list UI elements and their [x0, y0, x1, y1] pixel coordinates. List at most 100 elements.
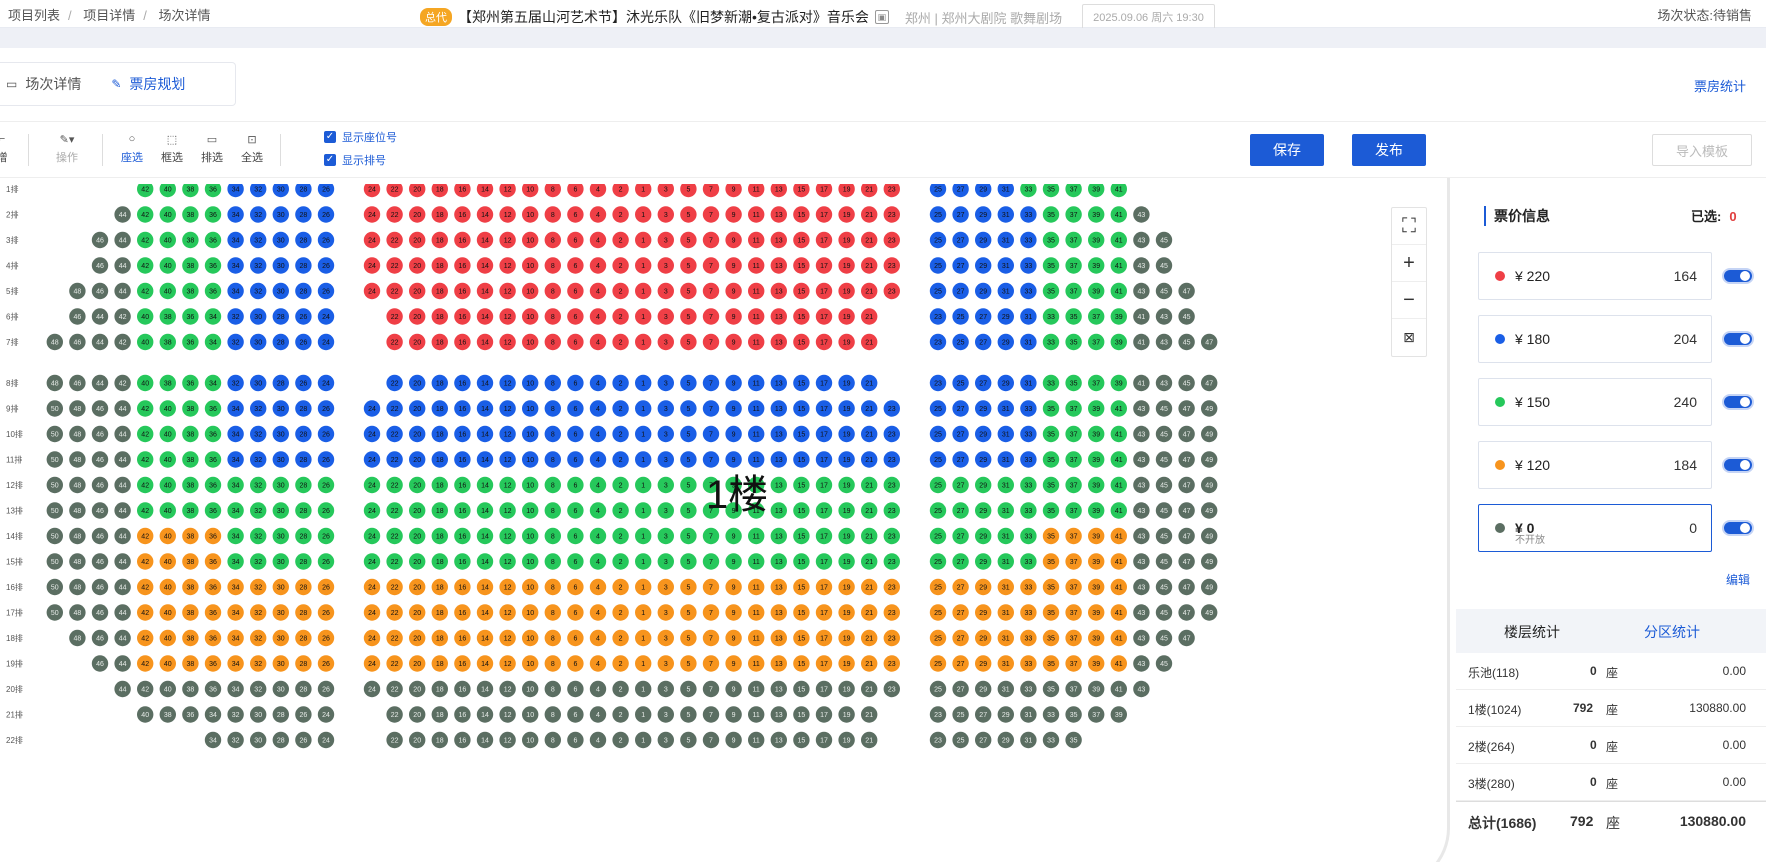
- seat[interactable]: 7: [702, 451, 720, 468]
- seat[interactable]: 23: [883, 578, 900, 596]
- seat[interactable]: 30: [272, 502, 289, 519]
- seat[interactable]: 11: [748, 578, 765, 596]
- seat[interactable]: 4: [589, 731, 607, 749]
- seat[interactable]: 1: [635, 400, 652, 417]
- seat[interactable]: 39: [1088, 527, 1105, 545]
- seat[interactable]: 29: [975, 655, 992, 672]
- seat[interactable]: 43: [1133, 629, 1150, 647]
- seat[interactable]: 10: [522, 308, 539, 325]
- seat[interactable]: 24: [317, 706, 335, 723]
- seat[interactable]: 39: [1088, 425, 1105, 443]
- seat[interactable]: 43: [1133, 206, 1150, 223]
- seat[interactable]: 20: [409, 731, 426, 749]
- seat[interactable]: 33: [1042, 308, 1060, 325]
- seat[interactable]: 31: [997, 257, 1014, 274]
- seat[interactable]: 22: [386, 706, 403, 723]
- seat[interactable]: 1: [635, 502, 652, 519]
- seat[interactable]: 15: [793, 655, 810, 672]
- seat[interactable]: 23: [883, 655, 900, 672]
- seat[interactable]: 9: [725, 231, 742, 249]
- seat[interactable]: 40: [159, 282, 176, 300]
- seat[interactable]: 7: [702, 553, 720, 570]
- seat[interactable]: 8: [544, 282, 561, 300]
- seat[interactable]: 22: [386, 184, 403, 198]
- seat[interactable]: 37: [1065, 184, 1082, 198]
- seat[interactable]: 26: [317, 451, 335, 468]
- seat[interactable]: 28: [295, 451, 312, 468]
- seat[interactable]: 44: [91, 333, 109, 351]
- tab-session-detail[interactable]: ▭ 场次详情: [6, 74, 81, 94]
- seat[interactable]: 36: [204, 476, 222, 494]
- seat[interactable]: 17: [815, 731, 833, 749]
- seat[interactable]: 9: [725, 629, 742, 647]
- seat[interactable]: 22: [386, 257, 403, 274]
- seat[interactable]: 33: [1042, 731, 1060, 749]
- seat[interactable]: 8: [544, 629, 561, 647]
- seat[interactable]: 28: [295, 655, 312, 672]
- seat[interactable]: 29: [975, 527, 992, 545]
- seat[interactable]: 46: [69, 333, 86, 351]
- seat[interactable]: 26: [317, 680, 335, 698]
- seat[interactable]: 14: [476, 629, 494, 647]
- seat[interactable]: 41: [1133, 333, 1150, 351]
- seat[interactable]: 28: [295, 257, 312, 274]
- seat[interactable]: 42: [114, 333, 131, 351]
- seat[interactable]: 43: [1133, 527, 1150, 545]
- seat[interactable]: 46: [91, 231, 109, 249]
- seat[interactable]: 7: [702, 308, 720, 325]
- seat[interactable]: 8: [544, 604, 561, 621]
- seat[interactable]: 8: [544, 374, 561, 392]
- seat[interactable]: 10: [522, 184, 539, 198]
- seat[interactable]: 39: [1088, 502, 1105, 519]
- seat[interactable]: 31: [997, 680, 1014, 698]
- seat[interactable]: 32: [250, 451, 267, 468]
- seat[interactable]: 28: [295, 282, 312, 300]
- seat[interactable]: 3: [657, 527, 674, 545]
- seat[interactable]: 27: [952, 476, 969, 494]
- seat[interactable]: 21: [861, 476, 878, 494]
- seat[interactable]: 31: [997, 282, 1014, 300]
- seat[interactable]: 44: [114, 282, 131, 300]
- row-label[interactable]: 5排: [6, 286, 18, 296]
- seat[interactable]: 16: [454, 629, 471, 647]
- seat[interactable]: 19: [838, 655, 855, 672]
- seat[interactable]: 1: [635, 629, 652, 647]
- seat[interactable]: 32: [250, 282, 267, 300]
- seat[interactable]: 26: [317, 629, 335, 647]
- seat[interactable]: 22: [386, 333, 403, 351]
- ticket-stats-link[interactable]: 票房统计: [1694, 76, 1746, 95]
- seat[interactable]: 14: [476, 206, 494, 223]
- seat[interactable]: 42: [137, 527, 154, 545]
- price-tier-180[interactable]: ¥ 180 204: [1478, 315, 1712, 363]
- seat[interactable]: 39: [1110, 374, 1128, 392]
- seat[interactable]: 2: [612, 578, 629, 596]
- seat[interactable]: 2: [612, 400, 629, 417]
- seat[interactable]: 17: [815, 231, 833, 249]
- seat[interactable]: 11: [748, 502, 765, 519]
- seat[interactable]: 32: [250, 527, 267, 545]
- box-select-tool[interactable]: ⬚ 框选: [161, 132, 183, 165]
- seat[interactable]: 44: [114, 231, 131, 249]
- seat[interactable]: 8: [544, 578, 561, 596]
- tab-ticket-planning[interactable]: ✎ 票房规划: [111, 74, 185, 94]
- seat[interactable]: 43: [1133, 655, 1150, 672]
- seat[interactable]: 36: [204, 680, 222, 698]
- seat[interactable]: 43: [1133, 553, 1150, 570]
- seat[interactable]: 7: [702, 731, 720, 749]
- seat[interactable]: 6: [567, 400, 584, 417]
- seat[interactable]: 14: [476, 476, 494, 494]
- seat[interactable]: 18: [431, 629, 448, 647]
- seat[interactable]: 25: [929, 680, 947, 698]
- seat[interactable]: 11: [748, 400, 765, 417]
- seat[interactable]: 17: [815, 604, 833, 621]
- seat[interactable]: 46: [91, 655, 109, 672]
- seat[interactable]: 12: [499, 578, 516, 596]
- seat[interactable]: 37: [1065, 425, 1082, 443]
- seat[interactable]: 24: [363, 400, 381, 417]
- seat[interactable]: 46: [91, 425, 109, 443]
- seat[interactable]: 9: [725, 333, 742, 351]
- seat[interactable]: 50: [46, 425, 63, 443]
- seat[interactable]: 25: [929, 655, 947, 672]
- seat[interactable]: 28: [272, 731, 289, 749]
- seat[interactable]: 20: [409, 257, 426, 274]
